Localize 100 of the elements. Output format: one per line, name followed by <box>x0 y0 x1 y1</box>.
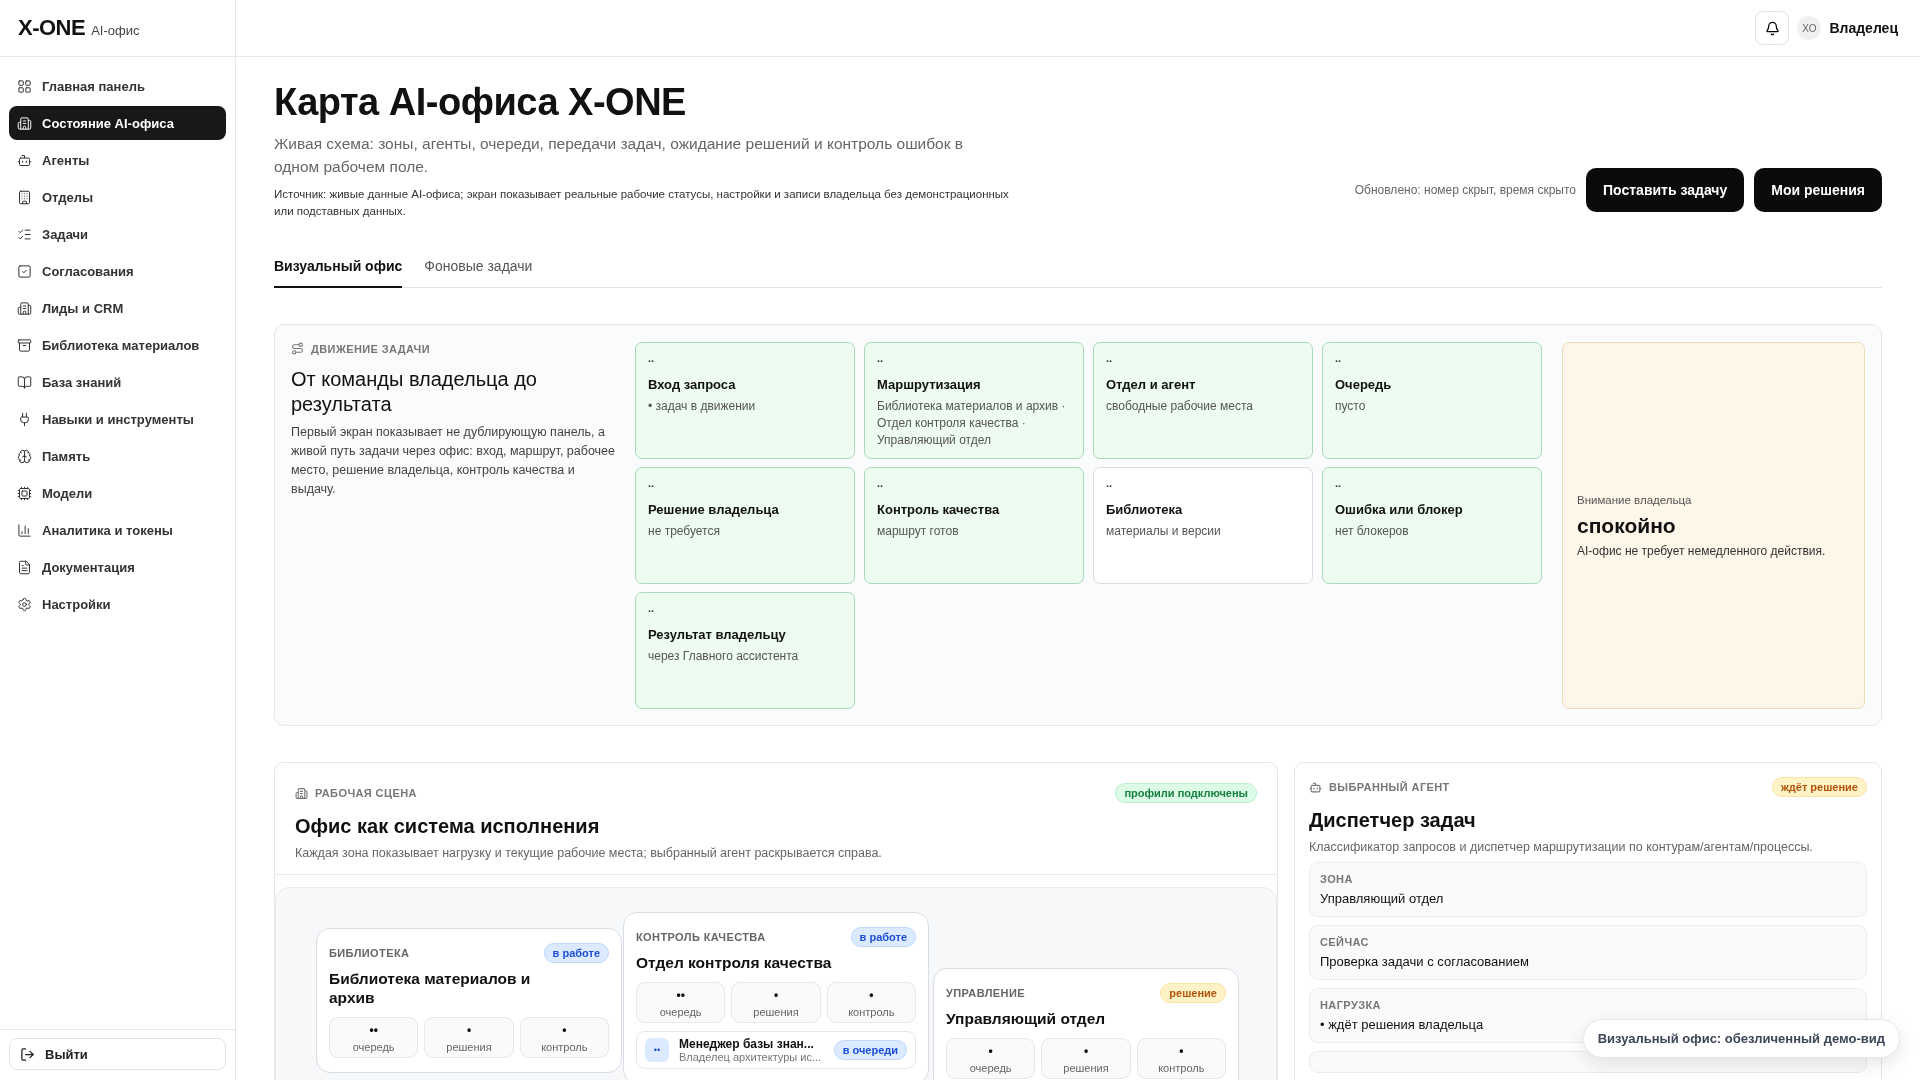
logout-button[interactable]: Выйти <box>9 1038 226 1070</box>
attention-text: AI-офис не требует немедленного действия. <box>1577 543 1827 558</box>
action-button[interactable]: Поставить задачу <box>1586 168 1745 212</box>
section-eyebrow: ВЫБРАННЫЙ АГЕНТ <box>1329 781 1450 793</box>
attention-state: спокойно <box>1577 513 1677 538</box>
zone-title: Библиотека материалов и архив <box>329 969 532 1007</box>
status-badge: в работе <box>543 943 609 963</box>
section-eyebrow: ДВИЖЕНИЕ ЗАДАЧИ <box>311 342 431 355</box>
status-badge: решение <box>1160 983 1226 1003</box>
nav-icon <box>17 374 32 390</box>
stat-label: решения <box>446 1041 492 1053</box>
sidebar-item[interactable]: Аналитика и токены <box>9 513 226 547</box>
stat-value: • <box>466 1023 472 1037</box>
updated-note: Обновлено: номер скрыт, время скрыто <box>1354 183 1577 197</box>
step-title: Ошибка или блокер <box>1335 502 1464 517</box>
nav-icon <box>17 189 32 205</box>
step-title: Отдел и агент <box>1106 377 1197 392</box>
section-title: От команды владельца до результата <box>291 367 538 417</box>
stat-value: • <box>562 1023 567 1037</box>
nav-icon <box>17 263 32 279</box>
field-label: СЕЙЧАС <box>1320 936 1370 948</box>
stat-value: • <box>988 1044 993 1058</box>
step-status: Библиотека материалов и архив · Отдел контроля качества · Управляющий отдел <box>877 398 1067 449</box>
stat-label: очередь <box>969 1062 1012 1074</box>
page-subtitle: Живая схема: зоны, агенты, очереди, передачи задач, ожидание решений и контроль ошибок в одном рабочем поле. <box>274 134 965 177</box>
step-marker: .. <box>648 603 656 613</box>
zone-eyebrow: УПРАВЛЕНИЕ <box>946 987 1025 999</box>
nav-icon <box>17 448 32 464</box>
agent-name: Менеджер базы знан... <box>679 1037 815 1051</box>
zone-title: Управляющий отдел <box>946 1009 1107 1028</box>
building-icon <box>295 786 308 800</box>
nav-icon <box>17 152 32 168</box>
sidebar-item[interactable]: Память <box>9 439 226 473</box>
demo-toast: Визуальный офис: обезличенный демо-вид <box>1582 1019 1900 1058</box>
status-badge: профили подключены <box>1115 783 1257 803</box>
sidebar-item[interactable]: Отделы <box>9 180 226 214</box>
sidebar-item[interactable]: Лиды и CRM <box>9 291 226 325</box>
field-value: Управляющий отдел <box>1320 891 1445 906</box>
stat-value: •• <box>676 988 685 1002</box>
sidebar-item[interactable]: Настройки <box>9 587 226 621</box>
brand-logo: X-ONE <box>18 15 86 41</box>
action-button[interactable]: Мои решения <box>1754 168 1882 212</box>
tab[interactable]: Визуальный офис <box>274 250 403 288</box>
field-value: • ждёт решения владельца <box>1320 1017 1485 1032</box>
step-title: Контроль качества <box>877 502 1001 517</box>
step-title: Результат владельцу <box>648 627 787 642</box>
logout-icon <box>20 1046 35 1062</box>
step-marker: .. <box>1335 353 1343 363</box>
stat-label: очередь <box>659 1006 702 1018</box>
status-badge: в очереди <box>833 1040 907 1060</box>
step-status: нет блокеров <box>1335 523 1410 540</box>
stat-value: •• <box>369 1023 378 1037</box>
sidebar-item[interactable]: Задачи <box>9 217 226 251</box>
stat-label: очередь <box>352 1041 395 1053</box>
agent-title: Диспетчер задач <box>1309 809 1477 832</box>
step-status: • задач в движении <box>648 398 757 415</box>
sidebar-item[interactable]: База знаний <box>9 365 226 399</box>
tab[interactable]: Фоновые задачи <box>424 250 533 288</box>
sidebar-item[interactable]: Агенты <box>9 143 226 177</box>
status-badge: ждёт решение <box>1772 777 1867 797</box>
sidebar-item[interactable]: Модели <box>9 476 226 510</box>
zone-eyebrow: КОНТРОЛЬ КАЧЕСТВА <box>636 931 766 943</box>
nav-icon <box>17 226 32 242</box>
sidebar-item[interactable]: Согласования <box>9 254 226 288</box>
sidebar-item[interactable]: Главная панель <box>9 69 226 103</box>
stat-label: контроль <box>1158 1062 1205 1074</box>
nav-icon <box>17 411 32 427</box>
agent-row[interactable]: •• Менеджер базы знан... Владелец архитектуры ис... в очереди <box>636 1031 916 1069</box>
source-note: Источник: живые данные AI-офиса; экран показывает реальные рабочие статусы, настройки и записи владельца без демонстрационных или подставных данных. <box>274 187 1010 219</box>
step-marker: .. <box>648 478 656 488</box>
step-marker: .. <box>1335 478 1343 488</box>
route-icon <box>291 342 304 355</box>
status-badge: в работе <box>850 927 916 947</box>
stat-value: • <box>1179 1044 1184 1058</box>
section-eyebrow: РАБОЧАЯ СЦЕНА <box>315 787 417 799</box>
stat-label: решения <box>1063 1062 1109 1074</box>
sidebar-item[interactable]: Библиотека материалов <box>9 328 226 362</box>
nav-icon <box>17 78 32 94</box>
stat-value: • <box>1083 1044 1089 1058</box>
field-value: Проверка задачи с согласованием <box>1320 954 1530 969</box>
stat-label: решения <box>753 1006 799 1018</box>
nav-icon <box>17 115 32 131</box>
stat-label: контроль <box>848 1006 895 1018</box>
nav-icon <box>17 596 32 612</box>
sidebar-item[interactable]: Документация <box>9 550 226 584</box>
step-title: Вход запроса <box>648 377 737 392</box>
sidebar-item[interactable]: Состояние AI-офиса <box>9 106 226 140</box>
user-avatar: XO <box>1797 16 1822 40</box>
step-marker: .. <box>1106 478 1114 488</box>
nav-icon <box>17 300 32 316</box>
notifications-button[interactable] <box>1755 11 1790 45</box>
step-marker: .. <box>1106 353 1114 363</box>
section-title: Офис как система исполнения <box>295 815 601 838</box>
step-status: материалы и версии <box>1106 523 1222 540</box>
nav-icon <box>17 522 32 538</box>
field-label: НАГРУЗКА <box>1320 999 1382 1011</box>
stat-value: • <box>773 988 779 1002</box>
sidebar-item[interactable]: Навыки и инструменты <box>9 402 226 436</box>
agent-description: Классификатор запросов и диспетчер маршрутизации по контурам/агентам/процессы. <box>1309 840 1814 854</box>
page-title: Карта AI-офиса X-ONE <box>274 81 687 124</box>
